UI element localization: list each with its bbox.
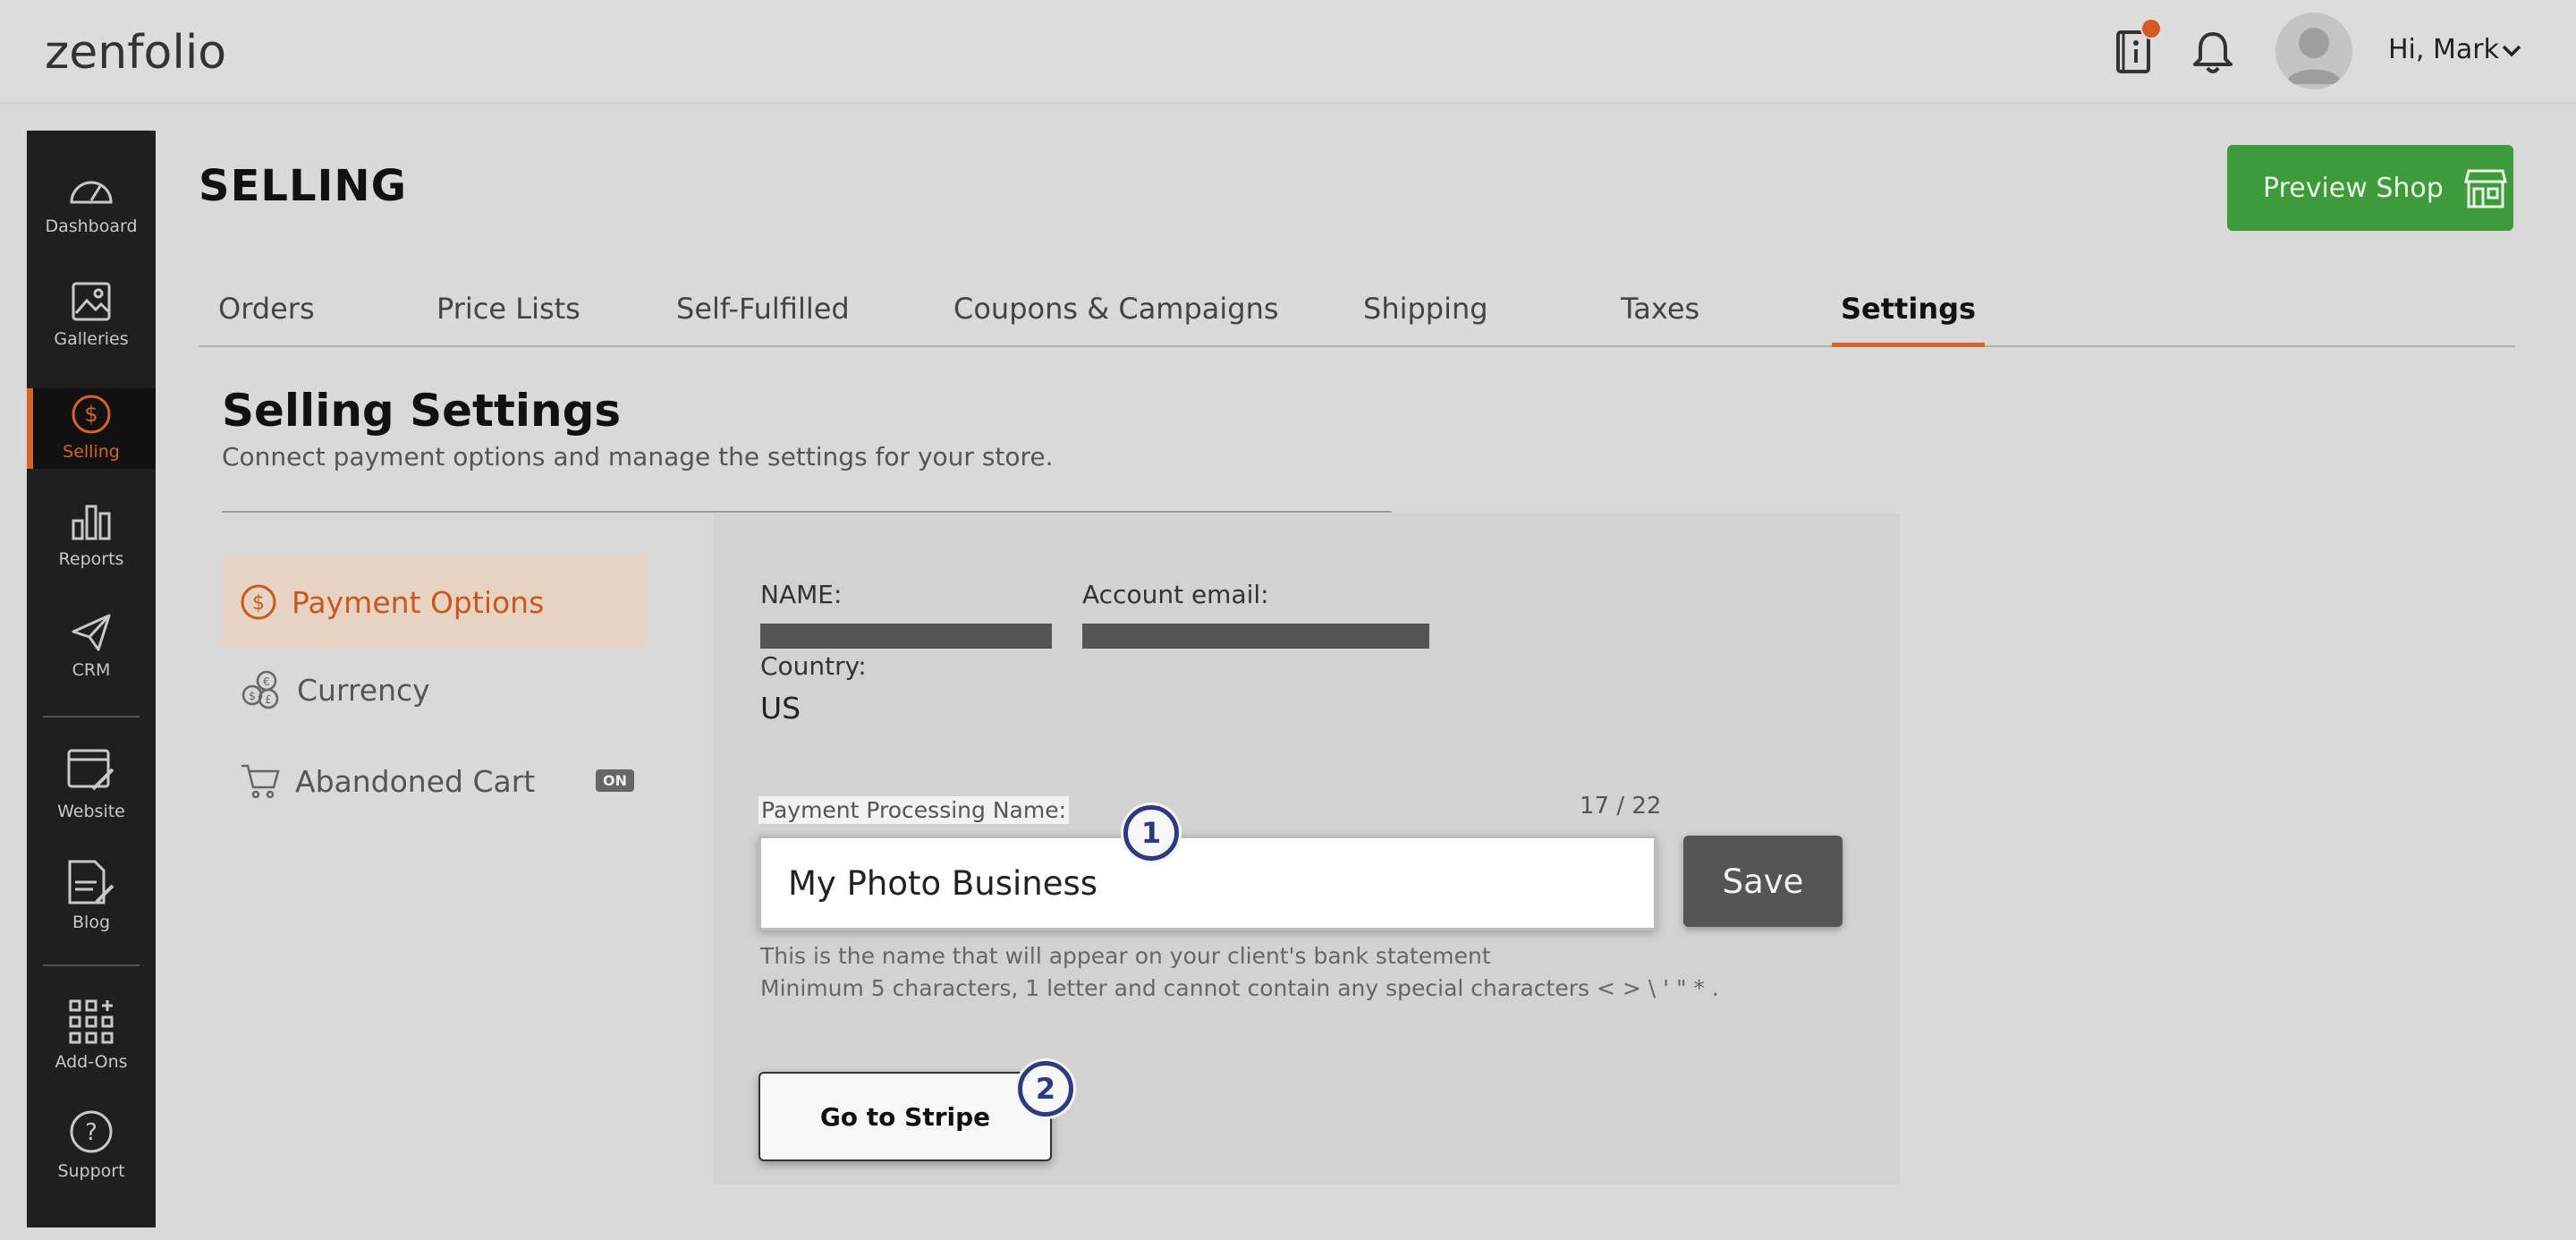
selling-tabs: Orders Price Lists Self-Fulfilled Coupon… bbox=[199, 286, 2515, 347]
dollar-circle-icon: $ bbox=[241, 584, 276, 620]
processing-name-label: Payment Processing Name: bbox=[758, 796, 1070, 824]
section-title: Selling Settings bbox=[222, 385, 622, 437]
rail-item-support[interactable]: ? Support bbox=[27, 1109, 156, 1181]
svg-text:?: ? bbox=[85, 1119, 97, 1146]
rail-item-selling[interactable]: $ Selling bbox=[27, 388, 156, 469]
country-value: US bbox=[760, 691, 801, 726]
name-label: NAME: bbox=[760, 580, 843, 609]
rail-divider bbox=[43, 964, 140, 966]
save-button[interactable]: Save bbox=[1683, 836, 1843, 927]
rail-divider bbox=[43, 716, 140, 718]
email-label: Account email: bbox=[1082, 580, 1269, 609]
shopping-cart-icon bbox=[242, 764, 280, 799]
dashboard-gauge-icon bbox=[70, 181, 113, 204]
menu-currency[interactable]: $ £ € Currency bbox=[222, 644, 648, 735]
section-divider bbox=[222, 511, 1392, 513]
rail-item-crm[interactable]: CRM bbox=[27, 612, 156, 680]
notification-dot bbox=[2140, 18, 2162, 39]
tab-orders[interactable]: Orders bbox=[218, 292, 315, 347]
character-counter: 17 / 22 bbox=[1580, 793, 1662, 820]
name-redacted bbox=[760, 624, 1052, 649]
rail-item-galleries[interactable]: Galleries bbox=[27, 281, 156, 349]
svg-text:zenfolio: zenfolio bbox=[45, 26, 226, 80]
menu-abandoned-cart[interactable]: Abandoned Cart ON bbox=[222, 735, 648, 827]
rail-item-blog[interactable]: Blog bbox=[27, 859, 156, 932]
dollar-circle-icon: $ bbox=[72, 395, 111, 434]
callout-marker: 1 bbox=[1123, 805, 1179, 861]
page-title: SELLING bbox=[199, 161, 407, 211]
menu-label: Currency bbox=[297, 672, 430, 708]
rail-label: Selling bbox=[63, 442, 120, 462]
rail-label: CRM bbox=[72, 660, 111, 680]
chevron-down-icon[interactable] bbox=[2500, 39, 2523, 63]
rail-label: Add-Ons bbox=[55, 1052, 128, 1072]
section-subtitle: Connect payment options and manage the s… bbox=[222, 442, 1054, 471]
website-edit-icon bbox=[67, 749, 114, 791]
svg-text:$: $ bbox=[249, 690, 256, 702]
preview-shop-button[interactable]: Preview Shop bbox=[2227, 145, 2513, 231]
rail-item-website[interactable]: Website bbox=[27, 748, 156, 821]
email-redacted bbox=[1082, 624, 1429, 649]
tab-settings[interactable]: Settings bbox=[1832, 292, 1986, 347]
hint-statement: This is the name that will appear on you… bbox=[760, 943, 1491, 969]
rail-label: Galleries bbox=[54, 329, 129, 349]
svg-text:£: £ bbox=[265, 693, 272, 706]
blog-document-icon bbox=[68, 860, 114, 905]
svg-text:€: € bbox=[263, 675, 270, 688]
rail-label: Website bbox=[57, 802, 125, 821]
go-to-stripe-button[interactable]: Go to Stripe bbox=[758, 1072, 1052, 1161]
rail-item-add-ons[interactable]: Add-Ons bbox=[27, 998, 156, 1072]
currency-coins-icon: $ £ € bbox=[242, 670, 279, 709]
menu-label: Abandoned Cart bbox=[295, 763, 536, 799]
avatar[interactable] bbox=[2275, 13, 2352, 89]
left-rail: Dashboard Galleries $ Selling Reports CR… bbox=[27, 131, 156, 1227]
country-label: Country: bbox=[760, 651, 867, 681]
user-avatar-icon bbox=[2286, 28, 2342, 84]
rail-item-reports[interactable]: Reports bbox=[27, 501, 156, 569]
callout-marker: 2 bbox=[1018, 1061, 1073, 1117]
bar-chart-icon bbox=[72, 505, 111, 540]
storefront-icon bbox=[2463, 169, 2507, 208]
gallery-image-icon bbox=[72, 282, 111, 321]
menu-payment-options[interactable]: $ Payment Options bbox=[222, 556, 648, 648]
svg-text:$: $ bbox=[84, 402, 97, 427]
rail-label: Blog bbox=[72, 913, 110, 932]
rail-label: Dashboard bbox=[45, 217, 138, 236]
svg-text:$: $ bbox=[252, 592, 265, 615]
user-greeting[interactable]: Hi, Mark bbox=[2388, 34, 2499, 65]
zenfolio-logo[interactable]: zenfolio bbox=[45, 21, 242, 93]
rail-label: Reports bbox=[58, 549, 124, 569]
bell-icon[interactable] bbox=[2186, 25, 2240, 79]
rail-item-dashboard[interactable]: Dashboard bbox=[27, 170, 156, 236]
add-ons-grid-icon bbox=[69, 999, 114, 1044]
tab-taxes[interactable]: Taxes bbox=[1621, 292, 1699, 347]
processing-name-input[interactable] bbox=[758, 836, 1657, 930]
question-circle-icon: ? bbox=[70, 1110, 113, 1153]
preview-shop-label: Preview Shop bbox=[2263, 172, 2444, 204]
tab-shipping[interactable]: Shipping bbox=[1363, 292, 1488, 347]
paper-plane-icon bbox=[72, 614, 111, 651]
top-bar: zenfolio Hi, Mark bbox=[0, 0, 2576, 104]
rail-label: Support bbox=[57, 1161, 125, 1181]
status-badge: ON bbox=[596, 769, 634, 792]
tab-coupons-campaigns[interactable]: Coupons & Campaigns bbox=[953, 292, 1279, 347]
menu-label: Payment Options bbox=[292, 584, 545, 620]
tab-self-fulfilled[interactable]: Self-Fulfilled bbox=[676, 292, 850, 347]
hint-rules: Minimum 5 characters, 1 letter and canno… bbox=[760, 975, 1719, 1001]
tab-price-lists[interactable]: Price Lists bbox=[436, 292, 580, 347]
